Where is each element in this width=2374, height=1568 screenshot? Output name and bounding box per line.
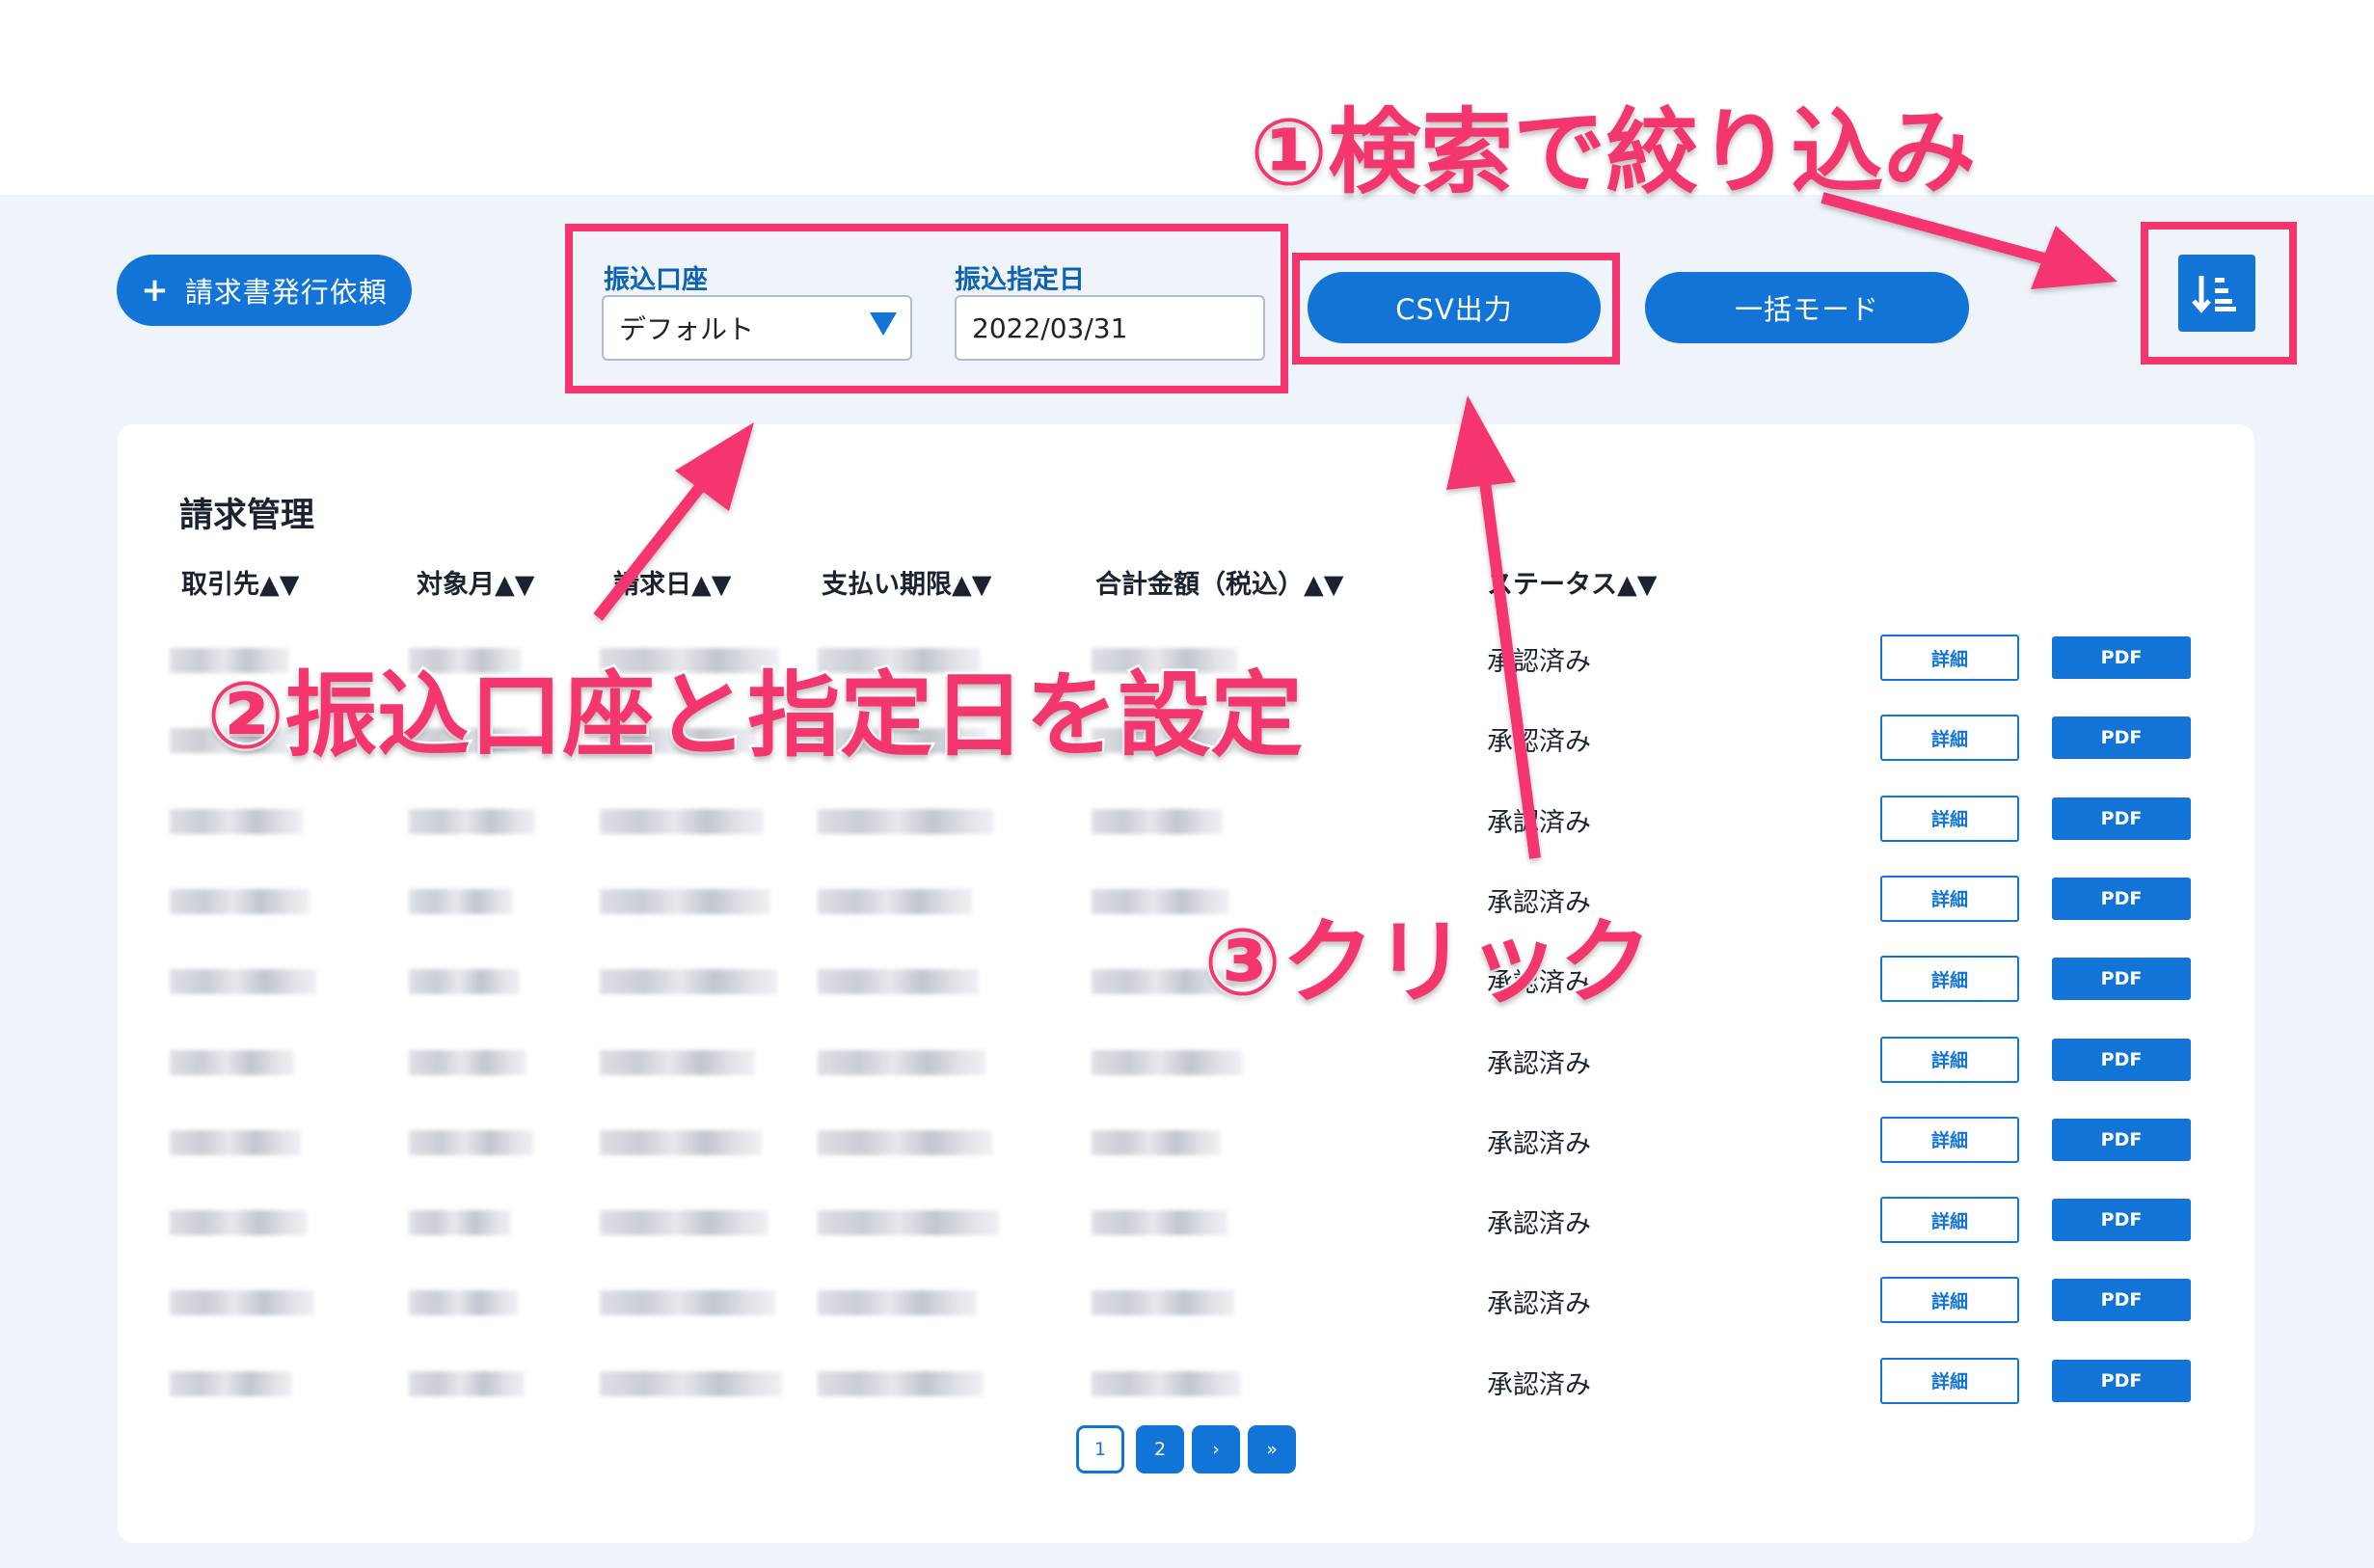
status-text: 承認済み xyxy=(1487,647,1591,677)
pdf-button[interactable]: PDF xyxy=(2052,877,2191,920)
column-header-total[interactable]: 合計金額（税込）▲▼ xyxy=(1095,563,1344,601)
redacted-cell xyxy=(1092,1129,1221,1155)
redacted-cell xyxy=(409,1370,525,1396)
pdf-button[interactable]: PDF xyxy=(2052,716,2191,760)
redacted-cell xyxy=(170,969,316,995)
redacted-cell xyxy=(1092,1210,1227,1236)
detail-button[interactable]: 詳細 xyxy=(1880,956,2019,1003)
detail-button[interactable]: 詳細 xyxy=(1880,635,2019,681)
redacted-cell xyxy=(409,969,520,995)
detail-button[interactable]: 詳細 xyxy=(1880,1197,2019,1244)
column-header-due-date[interactable]: 支払い期限▲▼ xyxy=(822,563,992,601)
redacted-cell xyxy=(409,1210,511,1236)
redacted-cell xyxy=(1092,1049,1243,1075)
pdf-button[interactable]: PDF xyxy=(2052,1279,2191,1322)
status-text: 承認済み xyxy=(1487,1128,1591,1159)
detail-button[interactable]: 詳細 xyxy=(1880,795,2019,842)
redacted-cell xyxy=(409,1049,526,1075)
page-title: 請求管理 xyxy=(179,497,315,535)
redacted-cell xyxy=(600,1290,775,1316)
page-button-1[interactable]: 1 xyxy=(1076,1425,1124,1473)
status-text: 承認済み xyxy=(1487,1369,1591,1400)
redacted-cell xyxy=(170,1370,292,1396)
bulk-mode-button[interactable]: 一括モード xyxy=(1645,272,1969,343)
redacted-cell xyxy=(170,1049,294,1075)
redacted-cell xyxy=(1092,1290,1234,1316)
pdf-button[interactable]: PDF xyxy=(2052,1199,2191,1242)
detail-button[interactable]: 詳細 xyxy=(1880,1357,2019,1404)
redacted-cell xyxy=(600,888,770,914)
redacted-cell xyxy=(170,1129,301,1155)
detail-button[interactable]: 詳細 xyxy=(1880,1277,2019,1324)
status-text: 承認済み xyxy=(1487,1209,1591,1240)
redacted-cell xyxy=(1092,808,1223,834)
column-header-target-month[interactable]: 対象月▲▼ xyxy=(417,563,535,601)
plus-icon: + xyxy=(141,271,170,310)
redacted-cell xyxy=(818,888,972,914)
redacted-cell xyxy=(818,808,994,834)
pdf-button[interactable]: PDF xyxy=(2052,636,2191,679)
redacted-cell xyxy=(409,1129,533,1155)
redacted-cell xyxy=(1092,1370,1241,1396)
highlight-sort-button xyxy=(2141,222,2297,365)
page-next-button[interactable]: › xyxy=(1192,1425,1240,1473)
annotation-step1: ①検索で絞り込み xyxy=(1247,96,1978,209)
pdf-button[interactable]: PDF xyxy=(2052,1038,2191,1081)
redacted-cell xyxy=(409,1290,518,1316)
page-button-2[interactable]: 2 xyxy=(1136,1425,1184,1473)
redacted-cell xyxy=(818,1210,999,1236)
redacted-cell xyxy=(170,1290,314,1316)
redacted-cell xyxy=(600,1210,769,1236)
detail-button[interactable]: 詳細 xyxy=(1880,875,2019,922)
bulk-mode-label: 一括モード xyxy=(1734,293,1879,326)
redacted-cell xyxy=(600,1049,755,1075)
redacted-cell xyxy=(818,969,979,995)
redacted-cell xyxy=(170,808,303,834)
redacted-cell xyxy=(600,1370,782,1396)
column-header-invoice-date[interactable]: 請求日▲▼ xyxy=(613,563,732,601)
detail-button[interactable]: 詳細 xyxy=(1880,715,2019,762)
pdf-button[interactable]: PDF xyxy=(2052,1359,2191,1402)
redacted-cell xyxy=(818,1370,984,1396)
add-invoice-label: 請求書発行依頼 xyxy=(184,276,388,309)
pdf-button[interactable]: PDF xyxy=(2052,958,2191,1001)
add-invoice-button[interactable]: + 請求書発行依頼 xyxy=(117,255,412,326)
redacted-cell xyxy=(409,888,513,914)
redacted-cell xyxy=(600,808,764,834)
highlight-csv-button xyxy=(1292,253,1620,365)
pdf-button[interactable]: PDF xyxy=(2052,797,2191,840)
redacted-cell xyxy=(818,1049,985,1075)
column-header-client[interactable]: 取引先▲▼ xyxy=(181,563,300,601)
detail-button[interactable]: 詳細 xyxy=(1880,1116,2019,1163)
page-last-button[interactable]: » xyxy=(1248,1425,1296,1473)
redacted-cell xyxy=(409,808,535,834)
redacted-cell xyxy=(818,1129,992,1155)
redacted-cell xyxy=(170,1210,308,1236)
status-text: 承認済み xyxy=(1487,727,1591,758)
annotation-step3: ③クリック xyxy=(1200,906,1654,1019)
redacted-cell xyxy=(600,1129,762,1155)
redacted-cell xyxy=(818,1290,977,1316)
pdf-button[interactable]: PDF xyxy=(2052,1118,2191,1161)
status-text: 承認済み xyxy=(1487,1048,1591,1079)
status-text: 承認済み xyxy=(1487,807,1591,838)
redacted-cell xyxy=(170,888,310,914)
annotation-step2: ②振込口座と指定日を設定 xyxy=(203,660,1305,772)
status-text: 承認済み xyxy=(1487,1289,1591,1320)
column-header-status[interactable]: ステータス▲▼ xyxy=(1487,563,1658,601)
redacted-cell xyxy=(600,969,777,995)
detail-button[interactable]: 詳細 xyxy=(1880,1036,2019,1083)
highlight-transfer-settings xyxy=(565,224,1288,393)
